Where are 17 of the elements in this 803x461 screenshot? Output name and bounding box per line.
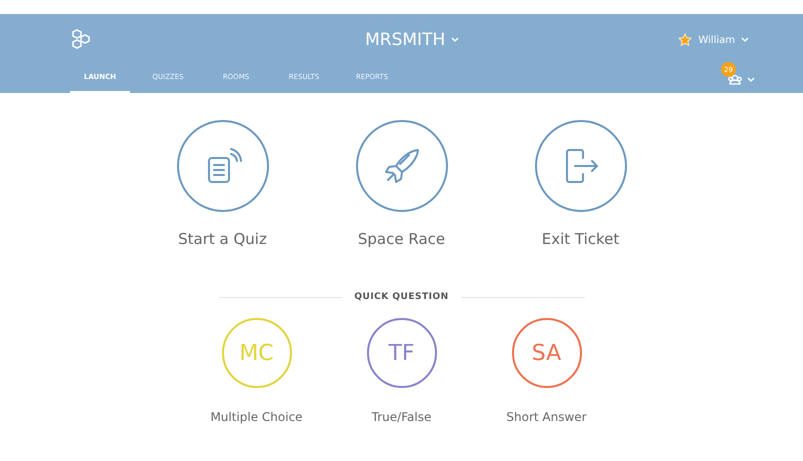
question-type-button[interactable]: TF [366,318,436,388]
question-type-button[interactable]: MC [222,318,292,388]
section-heading: QUICK QUESTION [354,292,449,302]
activity-label: Exit Ticket [542,230,620,248]
account-menu[interactable]: MRSMITH [152,29,672,51]
question-type-button[interactable]: SA [512,318,582,388]
activity-label: Space Race [358,230,446,248]
activity-label: Start a Quiz [178,230,267,248]
question-type-label: Short Answer [506,410,587,424]
chevron-down-icon [451,37,460,43]
people-icon [727,74,743,85]
chevron-down-icon [741,37,749,43]
user-menu[interactable]: William [672,32,755,48]
question-type-label: True/False [372,410,432,424]
chevron-down-icon [747,76,755,82]
star-icon [678,33,692,47]
question-type-label: Multiple Choice [210,410,303,424]
